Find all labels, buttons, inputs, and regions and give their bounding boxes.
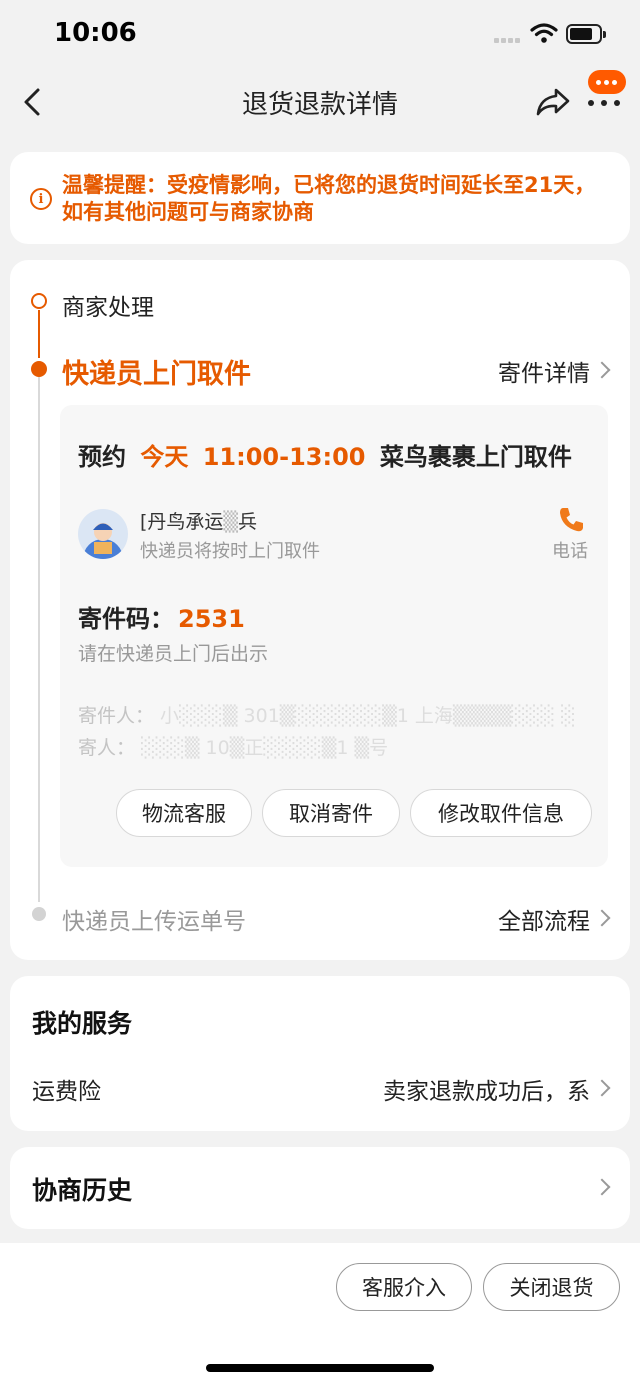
appointment-prefix: 预约 <box>78 443 126 471</box>
sender-info: 寄件人： 小░░░▒ 301▒░░░░░░▒1 上海▒▒▒▒░░░ ░ <box>78 705 576 727</box>
close-return-button[interactable]: 关闭退货 <box>483 1263 620 1311</box>
appointment-line: 预约 今天 11:00-13:00 菜鸟裹裹上门取件 <box>78 437 572 472</box>
receiver-info: 寄人： ░░░▒ 10▒正░░░░▒1 ▒号 <box>78 737 389 759</box>
courier-name: [丹鸟承运▒兵 <box>140 511 258 533</box>
cancel-shipment-button[interactable]: 取消寄件 <box>262 789 400 837</box>
timeline-line-pending <box>38 376 40 902</box>
chevron-right-icon <box>593 1178 611 1196</box>
phone-label[interactable]: 电话 <box>552 537 588 563</box>
chevron-right-icon <box>593 361 611 379</box>
more-icon <box>588 100 620 106</box>
courier-avatar <box>78 509 128 559</box>
wifi-icon <box>530 23 558 43</box>
timeline-dot-pending <box>32 907 46 921</box>
step-courier-pickup: 快递员上门取件 <box>62 359 251 390</box>
notice-card: i 温馨提醒：受疫情影响，已将您的退货时间延长至21天，如有其他问题可与商家协商 <box>10 152 630 244</box>
all-steps-link[interactable]: 全部流程 <box>498 902 590 936</box>
info-icon: i <box>30 188 52 210</box>
step-upload-waybill: 快递员上传运单号 <box>62 909 246 935</box>
home-indicator[interactable] <box>206 1364 434 1372</box>
bottom-action-bar: 客服介入 关闭退货 <box>0 1243 640 1385</box>
timeline-dot-done <box>31 293 47 309</box>
chevron-right-icon <box>593 1079 611 1097</box>
more-menu-button[interactable] <box>586 70 630 114</box>
appointment-day: 今天 <box>140 443 189 471</box>
shipment-detail-link[interactable]: 寄件详情 <box>498 354 590 388</box>
timeline-dot-current <box>31 361 47 377</box>
history-title: 协商历史 <box>32 1176 133 1205</box>
customer-service-button[interactable]: 客服介入 <box>336 1263 472 1311</box>
phone-icon[interactable] <box>556 505 586 535</box>
negotiation-history-row[interactable]: 协商历史 <box>10 1147 630 1229</box>
services-card: 我的服务 运费险 卖家退款成功后，系 <box>10 976 630 1131</box>
share-icon[interactable] <box>534 84 572 120</box>
pickup-code-value: 2531 <box>178 605 245 633</box>
pickup-panel: 预约 今天 11:00-13:00 菜鸟裹裹上门取件 [丹鸟承运▒兵 快递员将按… <box>60 405 608 867</box>
shipping-insurance-value[interactable]: 卖家退款成功后，系 <box>383 1072 590 1106</box>
courier-note: 快递员将按时上门取件 <box>140 541 320 562</box>
shipping-insurance-label[interactable]: 运费险 <box>32 1072 101 1106</box>
pickup-code-row: 寄件码： 2531 <box>78 599 245 634</box>
signal-icon <box>494 38 520 43</box>
pickup-code-hint: 请在快递员上门后出示 <box>78 643 269 665</box>
status-bar: 10:06 <box>0 0 640 70</box>
services-title: 我的服务 <box>32 1009 133 1038</box>
shipment-detail-label: 寄件详情 <box>498 361 590 387</box>
pickup-code-label: 寄件码： <box>78 605 174 633</box>
step-merchant-processing: 商家处理 <box>62 295 154 321</box>
timeline-line-done <box>38 310 40 358</box>
status-time: 10:06 <box>54 18 137 48</box>
appointment-time: 11:00-13:00 <box>202 443 366 471</box>
modify-pickup-button[interactable]: 修改取件信息 <box>410 789 592 837</box>
message-badge-icon <box>588 70 626 94</box>
progress-card: 商家处理 快递员上门取件 寄件详情 预约 今天 11:00-13:00 菜鸟裹裹… <box>10 260 630 960</box>
logistics-support-button[interactable]: 物流客服 <box>116 789 252 837</box>
all-steps-label: 全部流程 <box>498 909 590 935</box>
chevron-right-icon <box>593 909 611 927</box>
notice-text: 温馨提醒：受疫情影响，已将您的退货时间延长至21天，如有其他问题可与商家协商 <box>62 173 596 224</box>
battery-icon <box>566 24 606 44</box>
appointment-service: 菜鸟裹裹上门取件 <box>379 443 572 471</box>
nav-bar: 退货退款详情 <box>0 70 640 136</box>
